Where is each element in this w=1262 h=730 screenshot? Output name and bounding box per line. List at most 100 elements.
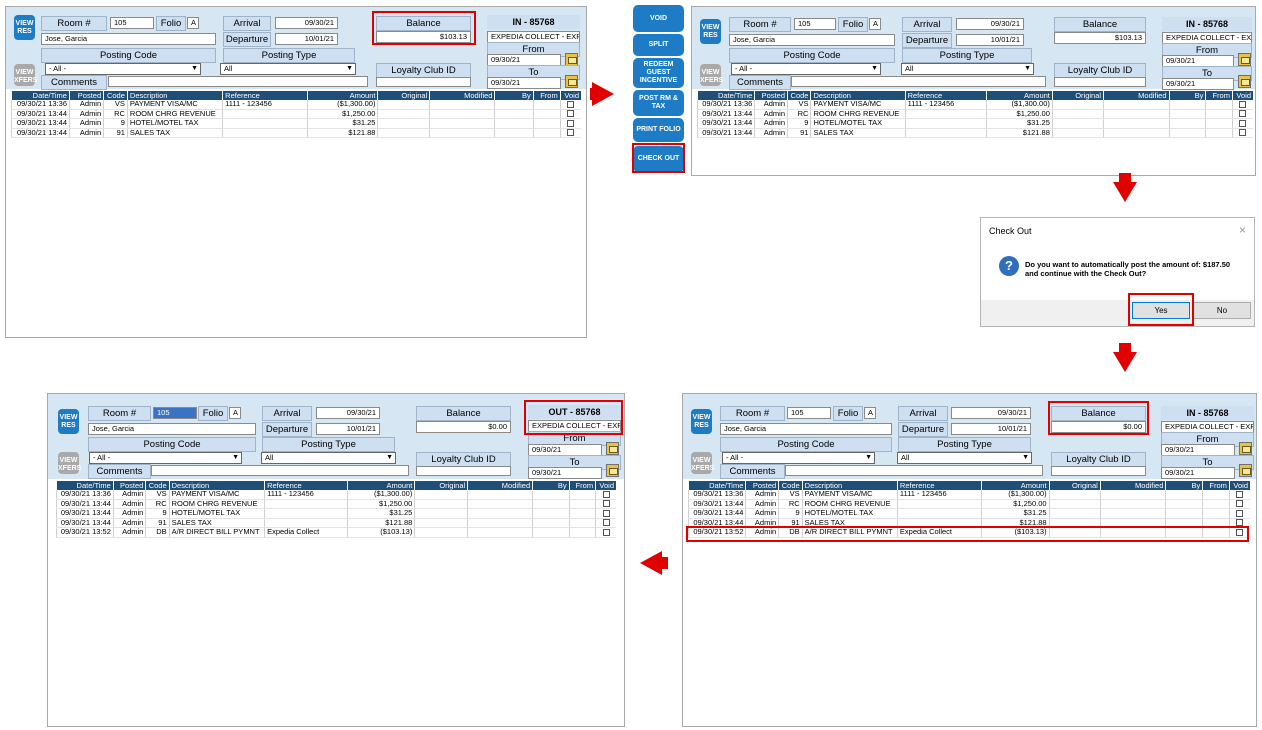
void-checkbox[interactable] (1239, 119, 1247, 127)
balance-field: $103.13 (1054, 32, 1146, 44)
room-field[interactable]: 105 (153, 407, 197, 419)
posting-code-select[interactable]: - All - ▼ (45, 63, 201, 75)
posting-code-select[interactable]: - All - ▼ (731, 63, 881, 75)
calendar-icon[interactable] (606, 442, 619, 455)
void-button[interactable]: VOID (633, 5, 684, 32)
loyalty-label: Loyalty Club ID (1051, 452, 1146, 467)
view-res-button[interactable]: VIEW RES (700, 19, 721, 44)
table-row[interactable]: 09/30/21 13:44 Admin 91 SALES TAX $121.88 (11, 128, 581, 138)
void-checkbox[interactable] (567, 110, 575, 118)
departure-field: 10/01/21 (275, 33, 338, 45)
table-row[interactable]: 09/30/21 13:44 Admin 9 HOTEL/MOTEL TAX $31.2… (56, 508, 616, 519)
table-row[interactable]: 09/30/21 13:52 Admin DB A/R DIRECT BILL PYM… (56, 527, 616, 538)
posting-type-select[interactable]: All ▼ (220, 63, 356, 75)
guest-name-field: Jose, Garcia (41, 33, 216, 45)
folio-field[interactable]: A (187, 17, 199, 29)
void-checkbox[interactable] (1236, 509, 1244, 517)
room-field[interactable]: 105 (794, 18, 836, 30)
view-res-button[interactable]: VIEW RES (58, 409, 79, 434)
view-xfers-button[interactable]: VIEW XFERS (691, 452, 714, 474)
posting-code-select[interactable]: - All - ▼ (722, 452, 875, 464)
calendar-icon[interactable] (1239, 464, 1252, 477)
calendar-icon[interactable] (1238, 75, 1251, 88)
comments-label: Comments (720, 464, 785, 479)
view-res-button[interactable]: VIEW RES (14, 15, 35, 40)
void-checkbox[interactable] (1239, 129, 1247, 137)
loyalty-field[interactable] (1051, 466, 1146, 476)
dialog-message-line2: and continue with the Check Out? (1025, 269, 1147, 278)
post-rm-tax-button[interactable]: POST RM & TAX (633, 90, 684, 116)
status-label: IN - 85768 (1162, 17, 1252, 31)
dropdown-arrow-icon: ▼ (871, 65, 878, 72)
view-xfers-button[interactable]: VIEW XFERS (14, 64, 37, 86)
comments-label: Comments (729, 75, 791, 90)
folio-field[interactable]: A (229, 407, 241, 419)
void-checkbox[interactable] (1239, 100, 1247, 108)
loyalty-field[interactable] (1054, 77, 1146, 87)
view-xfers-button[interactable]: VIEW XFERS (58, 452, 81, 474)
calendar-icon[interactable] (565, 75, 578, 88)
loyalty-field[interactable] (376, 77, 471, 87)
calendar-icon[interactable] (1238, 53, 1251, 66)
room-field[interactable]: 105 (787, 407, 831, 419)
void-checkbox[interactable] (602, 528, 610, 536)
folio-panel-1: VIEW RES VIEW XFERS Room # 105 Folio A J… (5, 6, 587, 338)
comments-label: Comments (41, 75, 107, 90)
void-checkbox[interactable] (602, 500, 610, 508)
split-button[interactable]: SPLIT (633, 34, 684, 56)
room-field[interactable]: 105 (110, 17, 154, 29)
arrival-field: 09/30/21 (956, 18, 1024, 30)
dropdown-arrow-icon: ▼ (1022, 454, 1029, 461)
table-row[interactable]: 09/30/21 13:44 Admin 9 HOTEL/MOTEL TAX $31.2… (687, 508, 1250, 519)
posting-type-select[interactable]: All ▼ (901, 63, 1034, 75)
folio-field[interactable]: A (864, 407, 876, 419)
transactions-table: Date/Time Posted Code Description Reference A… (696, 91, 1253, 138)
void-checkbox[interactable] (1236, 490, 1244, 498)
table-row[interactable]: 09/30/21 13:44 Admin 9 HOTEL/MOTEL TAX $31.2… (696, 118, 1253, 129)
comments-field[interactable] (108, 76, 368, 87)
folio-field[interactable]: A (869, 18, 881, 30)
calendar-icon[interactable] (1239, 442, 1252, 455)
arrow-down-icon (1113, 352, 1137, 372)
check-out-highlight (632, 143, 685, 173)
calendar-icon[interactable] (606, 464, 619, 477)
no-button[interactable]: No (1193, 302, 1251, 319)
arrow-down-icon (1113, 182, 1137, 202)
void-checkbox[interactable] (602, 509, 610, 517)
print-folio-button[interactable]: PRINT FOLIO (633, 118, 684, 142)
void-checkbox[interactable] (1239, 110, 1247, 118)
table-row[interactable]: 09/30/21 13:44 Admin 91 SALES TAX $121.88 (696, 128, 1253, 138)
loyalty-field[interactable] (416, 466, 511, 476)
void-checkbox[interactable] (602, 519, 610, 527)
view-res-button[interactable]: VIEW RES (691, 409, 712, 434)
table-row[interactable]: 09/30/21 13:36 Admin VS PAYMENT VISA/MC 1111… (687, 489, 1250, 500)
arrival-label: Arrival (262, 406, 312, 421)
table-row[interactable]: 09/30/21 13:36 Admin VS PAYMENT VISA/MC 1111… (56, 489, 616, 500)
to-date-field[interactable]: 09/30/21 (1162, 78, 1234, 90)
comments-field[interactable] (151, 465, 409, 476)
void-checkbox[interactable] (602, 490, 610, 498)
to-date-field[interactable]: 09/30/21 (487, 77, 561, 89)
guest-name-field: Jose, Garcia (729, 34, 895, 46)
to-date-field[interactable]: 09/30/21 (528, 467, 602, 479)
dropdown-arrow-icon: ▼ (232, 454, 239, 461)
void-checkbox[interactable] (567, 119, 575, 127)
posting-type-select[interactable]: All ▼ (897, 452, 1032, 464)
void-checkbox[interactable] (1236, 519, 1244, 527)
close-icon[interactable]: × (1239, 223, 1246, 237)
comments-field[interactable] (791, 76, 1046, 87)
comments-field[interactable] (785, 465, 1043, 476)
balance-highlight (1048, 401, 1149, 435)
table-row[interactable]: 09/30/21 13:44 Admin 9 HOTEL/MOTEL TAX $31.2… (11, 118, 581, 129)
view-xfers-button[interactable]: VIEW XFERS (700, 64, 723, 86)
posting-code-label: Posting Code (88, 437, 256, 452)
table-row[interactable]: 09/30/21 13:36 Admin VS PAYMENT VISA/MC 1111… (696, 99, 1253, 110)
table-row[interactable]: 09/30/21 13:36 Admin VS PAYMENT VISA/MC 1111… (11, 99, 581, 110)
posting-code-select[interactable]: - All - ▼ (89, 452, 242, 464)
to-date-field[interactable]: 09/30/21 (1161, 467, 1235, 479)
void-checkbox[interactable] (567, 129, 575, 137)
posting-type-select[interactable]: All ▼ (261, 452, 396, 464)
void-checkbox[interactable] (1236, 500, 1244, 508)
redeem-guest-incentive-button[interactable]: REDEEM GUEST INCENTIVE (633, 58, 684, 88)
void-checkbox[interactable] (567, 100, 575, 108)
